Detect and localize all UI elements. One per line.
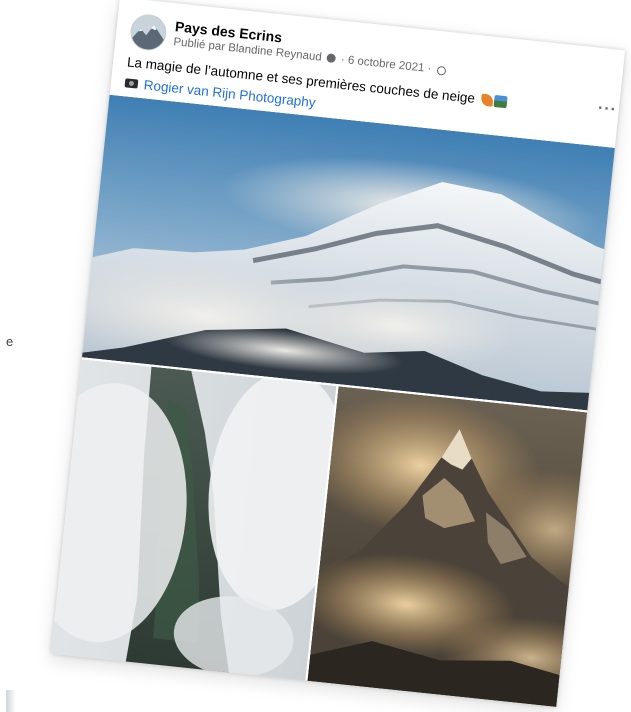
post-photo-left[interactable] bbox=[50, 357, 337, 685]
more-options-icon: ··· bbox=[597, 99, 618, 119]
avatar-mountain-image bbox=[129, 13, 168, 52]
page-avatar[interactable] bbox=[128, 12, 169, 53]
post-photo-right[interactable] bbox=[307, 386, 619, 707]
mountain-icon bbox=[493, 95, 509, 109]
post-date-link[interactable]: 6 octobre 2021 bbox=[347, 54, 425, 74]
partial-text-fragment: e bbox=[6, 334, 14, 349]
info-dot-icon[interactable] bbox=[326, 53, 337, 64]
edge-artifact bbox=[6, 690, 16, 712]
screenshot-stage: e Pays des Ecrins Publié par Blandine Re… bbox=[0, 0, 631, 712]
misty-cliff-image bbox=[50, 357, 337, 685]
more-options-button[interactable]: ··· bbox=[597, 100, 618, 120]
camera-icon bbox=[124, 78, 139, 89]
leaf-icon bbox=[481, 93, 495, 107]
globe-icon bbox=[436, 65, 447, 76]
golden-peak-image bbox=[307, 386, 619, 707]
facebook-post-card: Pays des Ecrins Publié par Blandine Reyn… bbox=[50, 0, 626, 707]
meta-separator-2: · bbox=[426, 62, 432, 76]
meta-separator: · bbox=[340, 53, 346, 67]
